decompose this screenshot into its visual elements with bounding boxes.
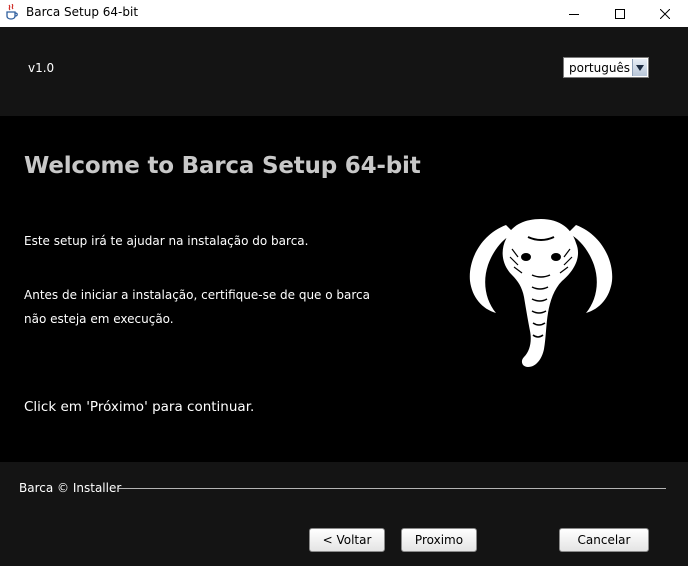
version-label: v1.0 bbox=[28, 61, 55, 75]
window-title: Barca Setup 64-bit bbox=[26, 5, 139, 19]
close-button[interactable] bbox=[642, 0, 688, 27]
language-value: português bbox=[569, 61, 631, 75]
continue-text: Click em 'Próximo' para continuar. bbox=[24, 399, 255, 415]
footer-divider bbox=[117, 488, 666, 489]
minimize-icon bbox=[569, 9, 579, 19]
chevron-down-icon[interactable] bbox=[632, 59, 647, 76]
back-button[interactable]: < Voltar bbox=[309, 528, 385, 552]
maximize-button[interactable] bbox=[597, 0, 643, 27]
maximize-icon bbox=[615, 8, 625, 19]
language-select[interactable]: português bbox=[563, 57, 649, 78]
warning-text-line1: Antes de iniciar a instalação, certifiqu… bbox=[24, 288, 370, 302]
installer-label: Barca © Installer bbox=[19, 481, 122, 495]
page-title: Welcome to Barca Setup 64-bit bbox=[24, 153, 421, 179]
mammoth-logo bbox=[466, 213, 616, 375]
java-cup-icon bbox=[5, 3, 19, 20]
warning-text-line2: não esteja em execução. bbox=[24, 312, 174, 326]
cancel-button[interactable]: Cancelar bbox=[559, 528, 649, 552]
intro-text: Este setup irá te ajudar na instalação d… bbox=[24, 234, 309, 248]
close-icon bbox=[660, 8, 670, 19]
next-button[interactable]: Proximo bbox=[401, 528, 477, 552]
title-bar: Barca Setup 64-bit bbox=[0, 0, 688, 27]
minimize-button[interactable] bbox=[551, 0, 597, 27]
